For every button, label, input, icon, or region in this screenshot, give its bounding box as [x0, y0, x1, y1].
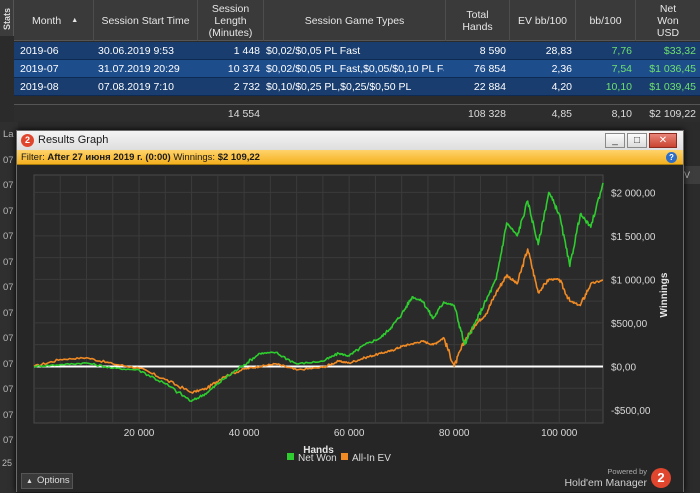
window-titlebar[interactable]: 2 Results Graph _ □ ✕ [17, 131, 683, 150]
x-tick-label: 80 000 [439, 428, 470, 439]
total-ev-bb100: 4,85 [551, 108, 572, 120]
column-header-label: EV bb/100 [517, 14, 568, 27]
filter-label: Filter: [21, 152, 45, 163]
window-title: Results Graph [38, 134, 109, 146]
results-graph-window[interactable]: 2 Results Graph _ □ ✕ Filter: After 27 и… [16, 130, 684, 492]
close-button[interactable]: ✕ [649, 133, 677, 148]
sort-ascending-icon: ▲ [71, 16, 79, 24]
brand-logo-icon: 2 [651, 468, 671, 488]
totals-row: 14 554 108 328 4,85 8,10 $2 109,22 [14, 104, 700, 122]
y-tick-label: $500,00 [611, 319, 648, 330]
y-tick-label: $0,00 [611, 362, 636, 373]
cell-length: 2 732 [233, 81, 260, 93]
cell-bb100: 7,54 [611, 63, 632, 75]
cell-game-types: $0,02/$0,05 PL Fast,$0,05/$0,10 PL Fa [266, 63, 444, 75]
total-net-won: $2 109,22 [649, 108, 696, 120]
cell-start-time: 07.08.2019 7:10 [98, 81, 174, 93]
y-tick-label: $1 000,00 [611, 275, 656, 286]
chevron-up-icon: ▲ [26, 478, 33, 485]
maximize-button[interactable]: □ [627, 133, 647, 148]
legend-swatch [287, 453, 294, 460]
column-header-label: Session Start Time [101, 14, 190, 27]
help-icon[interactable]: ? [666, 152, 677, 163]
cell-month: 2019-07 [20, 63, 59, 75]
legend-label: All-In EV [352, 453, 391, 464]
x-tick-label: 60 000 [334, 428, 365, 439]
column-header-label: Session Game Types [304, 14, 405, 27]
stats-side-tab-label: Stats [2, 7, 12, 30]
cell-hands: 8 590 [479, 45, 506, 57]
cell-game-types: $0,10/$0,25 PL,$0,25/$0,50 PL [266, 81, 412, 93]
brand-name: Hold'em Manager [564, 477, 647, 489]
powered-by: Powered by Hold'em Manager [564, 467, 647, 489]
column-header-ev-bb100[interactable]: EV bb/100 [510, 0, 576, 41]
cell-game-types: $0,02/$0,05 PL Fast [266, 45, 361, 57]
column-header-label: bb/100 [589, 14, 622, 27]
y-tick-label: $2 000,00 [611, 188, 656, 199]
cell-ev-bb100: 2,36 [551, 63, 572, 75]
total-bb100: 8,10 [611, 108, 632, 120]
column-header-session-start[interactable]: Session Start Time [94, 0, 198, 41]
holdem-manager-icon: 2 [21, 134, 34, 147]
powered-by-label: Powered by [607, 467, 647, 476]
winnings-value: $2 109,22 [217, 152, 260, 163]
y-tick-label: -$500,00 [611, 406, 651, 417]
cell-hands: 76 854 [473, 63, 506, 75]
cell-ev-bb100: 28,83 [545, 45, 572, 57]
options-button[interactable]: ▲ Options [21, 473, 73, 489]
cell-hands: 22 884 [473, 81, 506, 93]
legend-swatch [341, 453, 348, 460]
results-chart-svg: -$500,00 $0,00 $500,00 $1 000,00 $1 500,00 $2… [33, 174, 670, 464]
filter-bar: Filter: After 27 июня 2019 г. (0:00) Win… [17, 150, 683, 165]
cell-net-won: $1 039,45 [649, 81, 696, 93]
winnings-label: Winnings: [173, 152, 216, 163]
cell-length: 10 374 [227, 63, 260, 75]
column-header-month[interactable]: Month ▲ [14, 0, 94, 41]
x-tick-label: 20 000 [124, 428, 155, 439]
x-tick-label: 100 000 [541, 428, 578, 439]
window-bottom-bar: ▲ Options Powered by Hold'em Manager 2 [17, 465, 683, 492]
stats-side-tab[interactable]: Stats [0, 0, 14, 36]
stats-table-header: Month ▲ Session Start Time Session Lengt… [14, 0, 700, 41]
table-row[interactable]: 2019-07 31.07.2019 20:29 10 374 $0,02/$0… [14, 60, 700, 78]
cell-start-time: 30.06.2019 9:53 [98, 45, 174, 57]
column-header-net-won[interactable]: Net Won USD [636, 0, 700, 41]
cell-net-won: $1 036,45 [649, 63, 696, 75]
column-header-total-hands[interactable]: Total Hands [446, 0, 510, 41]
options-label: Options [36, 475, 70, 486]
cell-month: 2019-06 [20, 45, 59, 57]
cell-ev-bb100: 4,20 [551, 81, 572, 93]
total-length: 14 554 [227, 108, 260, 120]
column-header-label: Total Hands [462, 8, 493, 33]
column-header-bb100[interactable]: bb/100 [576, 0, 636, 41]
y-axis-label: Winnings [659, 272, 670, 317]
results-chart: -$500,00 $0,00 $500,00 $1 000,00 $1 500,00 $2… [17, 165, 683, 465]
column-header-label: Session Length (Minutes) [208, 2, 253, 39]
cell-bb100: 7,76 [611, 45, 632, 57]
column-header-label: Month [32, 14, 62, 27]
table-row[interactable]: 2019-06 30.06.2019 9:53 1 448 $0,02/$0,0… [14, 42, 700, 60]
cell-length: 1 448 [233, 45, 260, 57]
column-header-label: Net Won USD [656, 2, 680, 39]
total-hands: 108 328 [468, 108, 506, 120]
cell-net-won: $33,32 [663, 45, 696, 57]
cell-start-time: 31.07.2019 20:29 [98, 63, 180, 75]
minimize-button[interactable]: _ [605, 133, 625, 148]
table-row[interactable]: 2019-08 07.08.2019 7:10 2 732 $0,10/$0,2… [14, 78, 700, 96]
column-header-session-length[interactable]: Session Length (Minutes) [198, 0, 264, 41]
x-tick-label: 40 000 [229, 428, 260, 439]
y-tick-label: $1 500,00 [611, 232, 656, 243]
cell-month: 2019-08 [20, 81, 59, 93]
legend-label: Net Won [298, 453, 337, 464]
plot-area [33, 174, 604, 424]
filter-value: After 27 июня 2019 г. (0:00) [47, 152, 171, 163]
column-header-game-types[interactable]: Session Game Types [264, 0, 446, 41]
cell-bb100: 10,10 [605, 81, 632, 93]
